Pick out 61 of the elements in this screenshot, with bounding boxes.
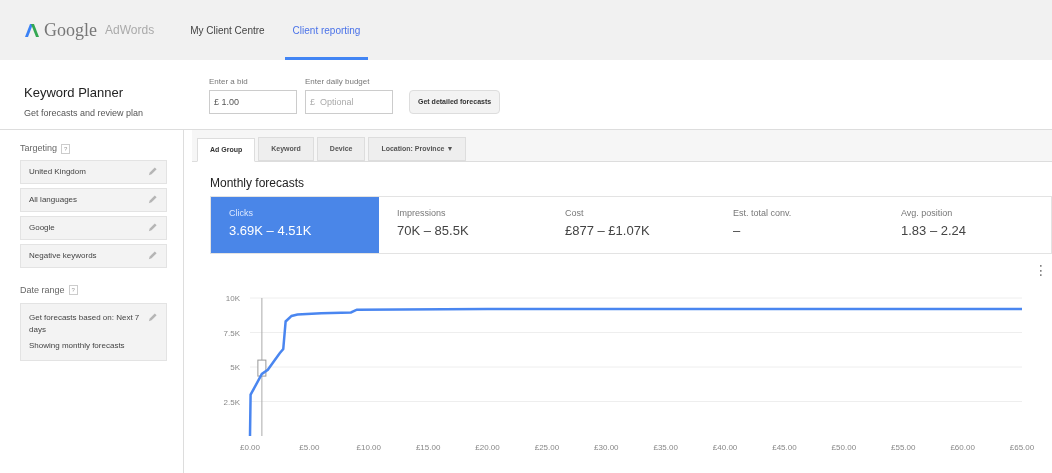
section-title: Date range <box>20 283 65 297</box>
page-subtitle: Get forecasts and review plan <box>24 106 145 120</box>
nav-tab[interactable]: Client reporting <box>284 0 369 60</box>
x-tick-label: £50.00 <box>831 443 857 452</box>
y-tick-label: 5K <box>230 363 240 372</box>
x-tick-label: £35.00 <box>653 443 678 452</box>
metric-value: 3.69K – 4.51K <box>229 221 313 240</box>
metric-label: Avg. position <box>901 207 954 220</box>
logo-product: AdWords <box>105 22 155 39</box>
pencil-icon[interactable] <box>147 166 158 177</box>
section-title: Targeting <box>20 142 58 155</box>
x-tick-label: £55.00 <box>891 443 916 452</box>
pencil-icon[interactable] <box>147 222 158 233</box>
field-label: Enter daily budget <box>305 76 371 88</box>
metric-value: 70K – 85.5K <box>397 221 470 240</box>
x-tick-label: £65.00 <box>1009 443 1035 452</box>
y-tick-label: 7.5K <box>223 328 240 338</box>
y-tick-label: 2.5K <box>223 397 240 407</box>
x-tick-label: £20.00 <box>475 443 500 452</box>
more-menu-icon[interactable]: ⋮ <box>1034 262 1048 278</box>
x-tick-label: £0.00 <box>240 443 260 452</box>
metric-value: 1.83 – 2.24 <box>901 221 968 240</box>
metric-label: Impressions <box>397 207 447 220</box>
metric-label: Est. total conv. <box>733 207 793 220</box>
page-title: Keyword Planner <box>24 84 124 102</box>
x-tick-label: £60.00 <box>950 443 975 452</box>
date-range-text: Showing monthly forecasts <box>29 340 126 352</box>
date-range-text: Get forecasts based on: Next 7 days <box>29 312 141 336</box>
targeting-item[interactable]: Google <box>20 215 167 240</box>
metric-value: – <box>733 221 742 240</box>
targeting-label: United Kingdom <box>29 165 86 178</box>
pencil-icon[interactable] <box>147 194 158 205</box>
x-tick-label: £30.00 <box>594 443 619 452</box>
metric-value: £877 – £1.07K <box>565 221 651 240</box>
targeting-item[interactable]: United Kingdom <box>20 159 167 184</box>
nav-tab[interactable]: My Client Centre <box>182 0 273 60</box>
x-tick-label: £25.00 <box>534 443 560 452</box>
metric-label: Cost <box>565 207 585 220</box>
field-label: Enter a bid <box>209 76 249 88</box>
targeting-item[interactable]: Negative keywords <box>20 243 167 268</box>
hover-marker-drawing[interactable] <box>257 297 267 437</box>
x-tick-label: £15.00 <box>415 443 441 452</box>
bid-input[interactable]: £ 1.00 <box>209 90 297 114</box>
logo-text: Google <box>44 18 97 42</box>
targeting-label: All languages <box>29 193 78 206</box>
x-tick-label: £10.00 <box>356 443 381 452</box>
targeting-label: Negative keywords <box>29 249 97 262</box>
x-tick-label: £5.00 <box>299 443 320 452</box>
logo-icon <box>24 21 40 39</box>
targeting-label: Google <box>29 221 55 234</box>
metric-label: Clicks <box>229 207 254 220</box>
date-range-card[interactable]: Get forecasts based on: Next 7 days Showing monthly forecasts <box>20 303 167 361</box>
x-tick-label: £40.00 <box>712 443 738 452</box>
y-tick-label: 10K <box>225 294 240 303</box>
targeting-item[interactable]: All languages <box>20 187 167 212</box>
metric-tab[interactable]: Clicks 3.69K – 4.51K <box>211 197 379 253</box>
budget-input[interactable]: £ Optional <box>305 90 393 114</box>
section-heading: Monthly forecasts <box>210 175 306 192</box>
pencil-icon[interactable] <box>147 312 158 323</box>
pencil-icon[interactable] <box>147 250 158 261</box>
x-tick-label: £45.00 <box>772 443 797 452</box>
